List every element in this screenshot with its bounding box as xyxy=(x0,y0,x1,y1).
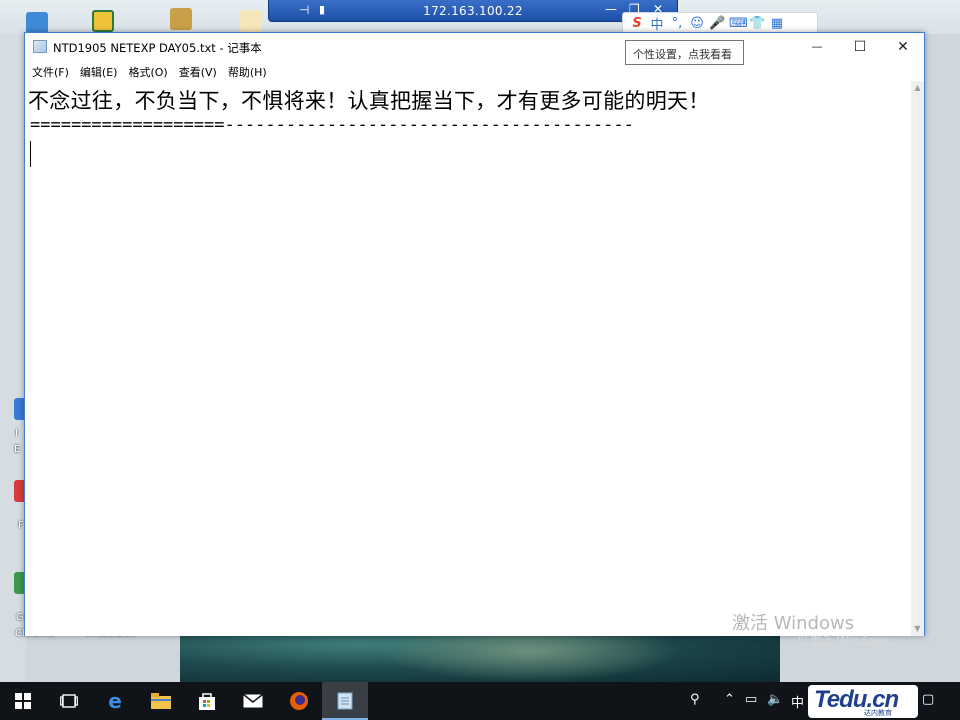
store-bag-icon xyxy=(199,693,215,710)
show-hidden-icons-icon[interactable]: ⌃ xyxy=(724,692,735,707)
menu-view[interactable]: 查看(V) xyxy=(174,61,222,81)
vertical-scrollbar[interactable]: ▲ ▼ xyxy=(911,81,924,636)
remote-desktop-bar: ⊣ ▮ 172.163.100.22 — ❐ ✕ xyxy=(268,0,678,22)
ime-toolbar: S 中 °, ☺ 🎤 ⌨ 👕 ▦ xyxy=(622,12,818,34)
microphone-icon[interactable]: 🎤 xyxy=(709,16,725,31)
file-explorer-button[interactable] xyxy=(138,682,184,720)
desktop-icon-folder[interactable] xyxy=(92,10,114,32)
menu-help[interactable]: 帮助(H) xyxy=(223,61,272,81)
desktop-icon-document[interactable] xyxy=(240,10,262,32)
desktop-icon-label: G xyxy=(16,612,24,623)
notepad-app-icon xyxy=(337,692,353,710)
menu-format[interactable]: 格式(O) xyxy=(123,61,172,81)
volume-icon[interactable]: 🔈 xyxy=(767,692,783,707)
skin-shirt-icon[interactable]: 👕 xyxy=(749,16,765,31)
mail-icon xyxy=(243,694,263,708)
minimize-button[interactable]: — xyxy=(795,33,839,61)
menu-file[interactable]: 文件(F) xyxy=(27,61,74,81)
keyboard-icon[interactable]: ⌨ xyxy=(729,16,748,31)
scroll-up-icon[interactable]: ▲ xyxy=(911,81,924,95)
ime-tooltip: 个性设置，点我看看 xyxy=(625,40,744,65)
text-caret xyxy=(30,141,31,167)
desktop-icon-label: F xyxy=(18,520,24,531)
edge-icon: e xyxy=(108,689,122,713)
edge-button[interactable]: e xyxy=(92,682,138,720)
maximize-button[interactable]: ☐ xyxy=(838,33,882,61)
minimize-remote-icon[interactable]: — xyxy=(605,2,617,16)
activate-windows-subtext: 以激活 Windows。 xyxy=(797,634,903,648)
notepad-window: NTD1905 NETEXP DAY05.txt - 记事本 — ☐ ✕ 文件(… xyxy=(24,32,925,636)
start-button[interactable] xyxy=(0,682,46,720)
network-icon[interactable]: ▭ xyxy=(745,692,757,707)
task-view-icon xyxy=(60,694,78,708)
close-button[interactable]: ✕ xyxy=(881,33,925,61)
windows-logo-icon xyxy=(15,693,31,709)
text-line: ===================---------------------… xyxy=(30,115,634,135)
text-editor[interactable]: 不念过往，不负当下，不惧将来！认真把握当下，才有更多可能的明天！ =======… xyxy=(25,81,912,636)
task-view-button[interactable] xyxy=(46,682,92,720)
title-bar[interactable]: NTD1905 NETEXP DAY05.txt - 记事本 — ☐ ✕ xyxy=(25,33,924,61)
desktop-icon-label: I xyxy=(15,428,18,439)
mail-button[interactable] xyxy=(230,682,276,720)
ime-indicator[interactable]: 中 xyxy=(791,692,804,711)
firefox-icon xyxy=(290,692,308,710)
people-icon[interactable]: ⚲ xyxy=(690,692,700,707)
menu-edit[interactable]: 编辑(E) xyxy=(75,61,123,81)
window-title: NTD1905 NETEXP DAY05.txt - 记事本 xyxy=(53,41,262,55)
notepad-taskbar-button[interactable] xyxy=(322,682,368,720)
sogou-logo-icon[interactable]: S xyxy=(629,16,645,31)
scroll-down-icon[interactable]: ▼ xyxy=(911,622,924,636)
tedu-logo-subtext: 达内教育 xyxy=(864,709,892,717)
punctuation-icon[interactable]: °, xyxy=(669,16,685,31)
chinese-mode-icon[interactable]: 中 xyxy=(649,14,665,33)
emoji-icon[interactable]: ☺ xyxy=(689,16,705,31)
text-line: 不念过往，不负当下，不惧将来！认真把握当下，才有更多可能的明天！ xyxy=(28,89,710,113)
tedu-logo: Tedu.cn 达内教育 xyxy=(808,685,918,718)
desktop-icon-package[interactable] xyxy=(170,8,192,30)
store-button[interactable] xyxy=(184,682,230,720)
notification-icon[interactable]: ▢ xyxy=(922,692,934,707)
firefox-button[interactable] xyxy=(276,682,322,720)
desktop-icon-computer[interactable] xyxy=(26,12,48,34)
desktop-icon-label: E xyxy=(14,444,21,455)
menu-bar: 文件(F) 编辑(E) 格式(O) 查看(V) 帮助(H) xyxy=(25,61,924,81)
toolbox-grid-icon[interactable]: ▦ xyxy=(769,16,785,31)
folder-icon xyxy=(151,693,171,709)
notepad-icon xyxy=(33,40,47,53)
